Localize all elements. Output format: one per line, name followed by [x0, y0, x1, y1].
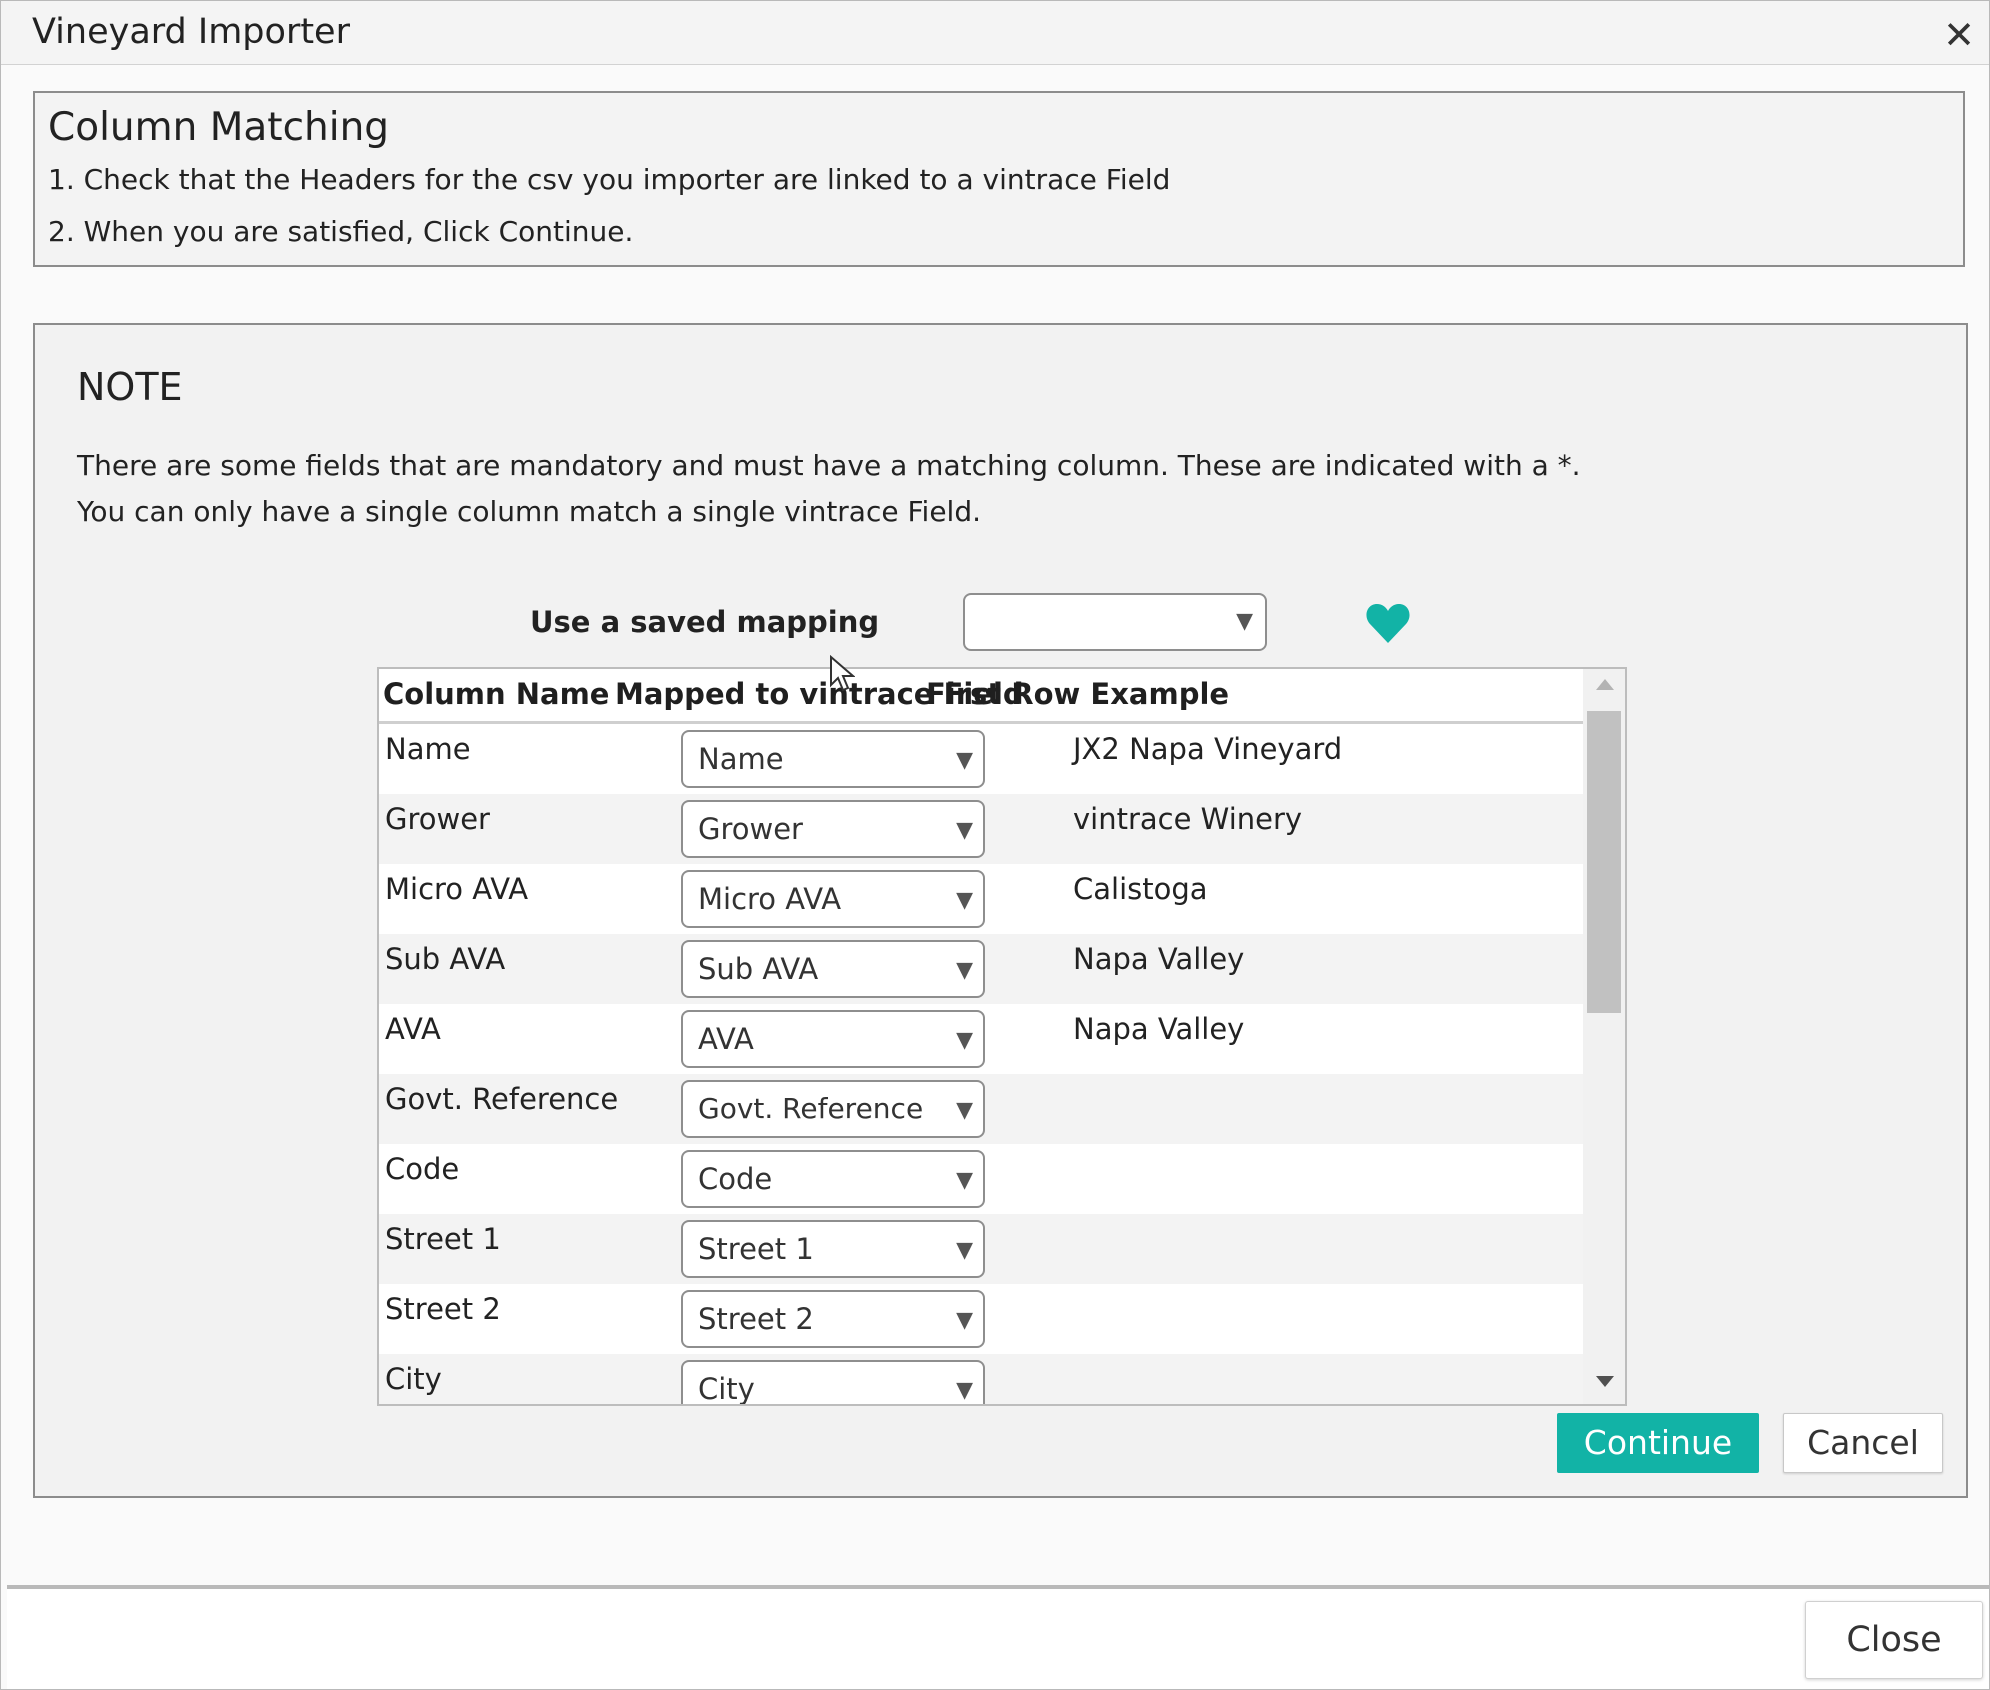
instruction-step-1: 1. Check that the Headers for the csv yo…: [48, 163, 1171, 196]
chevron-down-icon: ▼: [956, 818, 973, 843]
column-name-cell: Street 1: [385, 1222, 501, 1256]
column-name-cell: Govt. Reference: [385, 1082, 619, 1116]
table-header: Column Name Mapped to vintrace Field Fir…: [379, 669, 1583, 724]
chevron-down-icon: ▼: [956, 1308, 973, 1333]
header-column-name: Column Name: [383, 677, 610, 711]
mapped-field-value: Grower: [698, 812, 803, 846]
table-row: Code Code ▼: [379, 1144, 1583, 1214]
first-row-example-cell: JX2 Napa Vineyard: [1073, 732, 1343, 766]
note-title: NOTE: [77, 365, 183, 409]
mapped-field-value: Micro AVA: [698, 882, 842, 916]
mapped-field-select[interactable]: Govt. Reference ▼: [681, 1080, 985, 1138]
mapped-field-select[interactable]: Sub AVA ▼: [681, 940, 985, 998]
column-name-cell: Micro AVA: [385, 872, 529, 906]
mapped-field-select[interactable]: Micro AVA ▼: [681, 870, 985, 928]
instruction-step-2: 2. When you are satisfied, Click Continu…: [48, 215, 634, 248]
saved-mapping-label: Use a saved mapping: [530, 605, 880, 639]
table-row: Street 1 Street 1 ▼: [379, 1214, 1583, 1284]
table-row: AVA AVA ▼ Napa Valley: [379, 1004, 1583, 1074]
note-line-1: There are some fields that are mandatory…: [77, 449, 1581, 482]
table-row: Grower Grower ▼ vintrace Winery: [379, 794, 1583, 864]
mapped-field-value: Sub AVA: [698, 952, 819, 986]
column-name-cell: Code: [385, 1152, 460, 1186]
chevron-down-icon: ▼: [956, 1168, 973, 1193]
chevron-down-icon: ▼: [1236, 609, 1253, 634]
instructions-panel: Column Matching 1. Check that the Header…: [33, 91, 1965, 267]
chevron-down-icon: ▼: [956, 888, 973, 913]
chevron-down-icon: ▼: [956, 1378, 973, 1403]
close-icon[interactable]: ✕: [1943, 15, 1975, 55]
column-name-cell: Sub AVA: [385, 942, 506, 976]
cancel-button[interactable]: Cancel: [1783, 1413, 1943, 1473]
mapped-field-value: Name: [698, 742, 784, 776]
first-row-example-cell: Calistoga: [1073, 872, 1208, 906]
saved-mapping-select[interactable]: ▼: [963, 593, 1267, 651]
table-row: Sub AVA Sub AVA ▼ Napa Valley: [379, 934, 1583, 1004]
scrollbar-thumb[interactable]: [1587, 711, 1621, 1013]
mapped-field-select[interactable]: Grower ▼: [681, 800, 985, 858]
table-row: Name Name ▼ JX2 Napa Vineyard: [379, 724, 1583, 794]
table-row: City City ▼: [379, 1354, 1583, 1404]
first-row-example-cell: vintrace Winery: [1073, 802, 1303, 836]
column-name-cell: AVA: [385, 1012, 441, 1046]
dialog-title: Vineyard Importer: [32, 12, 350, 52]
close-button[interactable]: Close: [1805, 1601, 1983, 1679]
chevron-down-icon: ▼: [956, 958, 973, 983]
header-first-row-example: First Row Example: [926, 677, 1230, 711]
mapped-field-value: Govt. Reference: [698, 1092, 924, 1125]
table-row: Govt. Reference Govt. Reference ▼: [379, 1074, 1583, 1144]
chevron-down-icon: ▼: [956, 1238, 973, 1263]
column-mapping-table: Column Name Mapped to vintrace Field Fir…: [377, 667, 1627, 1406]
dialog-footer: [7, 1589, 1989, 1689]
mapped-field-select[interactable]: Name ▼: [681, 730, 985, 788]
heart-icon[interactable]: [1365, 601, 1411, 645]
first-row-example-cell: Napa Valley: [1073, 942, 1245, 976]
chevron-down-icon: ▼: [956, 748, 973, 773]
mapped-field-value: Street 2: [698, 1302, 814, 1336]
table-viewport: Column Name Mapped to vintrace Field Fir…: [379, 669, 1583, 1404]
instructions-title: Column Matching: [48, 105, 390, 150]
note-line-2: You can only have a single column match …: [77, 495, 982, 528]
continue-button[interactable]: Continue: [1557, 1413, 1759, 1473]
mapped-field-value: City: [698, 1372, 755, 1404]
scroll-up-arrow-icon[interactable]: [1596, 679, 1614, 690]
column-name-cell: Street 2: [385, 1292, 501, 1326]
table-scrollbar[interactable]: [1583, 669, 1625, 1404]
note-text: There are some fields that are mandatory…: [77, 443, 1581, 535]
vineyard-importer-dialog: Vineyard Importer ✕ Column Matching 1. C…: [0, 0, 1990, 1690]
mapped-field-select[interactable]: AVA ▼: [681, 1010, 985, 1068]
mapped-field-select[interactable]: Street 2 ▼: [681, 1290, 985, 1348]
first-row-example-cell: Napa Valley: [1073, 1012, 1245, 1046]
mapped-field-select[interactable]: Street 1 ▼: [681, 1220, 985, 1278]
note-panel: NOTE There are some fields that are mand…: [33, 323, 1968, 1498]
chevron-down-icon: ▼: [956, 1028, 973, 1053]
scroll-down-arrow-icon[interactable]: [1596, 1376, 1614, 1387]
table-row: Street 2 Street 2 ▼: [379, 1284, 1583, 1354]
mouse-cursor-icon: [830, 655, 855, 692]
table-row: Micro AVA Micro AVA ▼ Calistoga: [379, 864, 1583, 934]
mapped-field-select[interactable]: Code ▼: [681, 1150, 985, 1208]
mapped-field-select[interactable]: City ▼: [681, 1360, 985, 1404]
title-bar: Vineyard Importer ✕: [1, 1, 1989, 65]
mapped-field-value: Street 1: [698, 1232, 814, 1266]
column-name-cell: Grower: [385, 802, 490, 836]
column-name-cell: City: [385, 1362, 442, 1396]
mapped-field-value: AVA: [698, 1022, 754, 1056]
column-name-cell: Name: [385, 732, 471, 766]
chevron-down-icon: ▼: [956, 1098, 973, 1123]
mapped-field-value: Code: [698, 1162, 773, 1196]
